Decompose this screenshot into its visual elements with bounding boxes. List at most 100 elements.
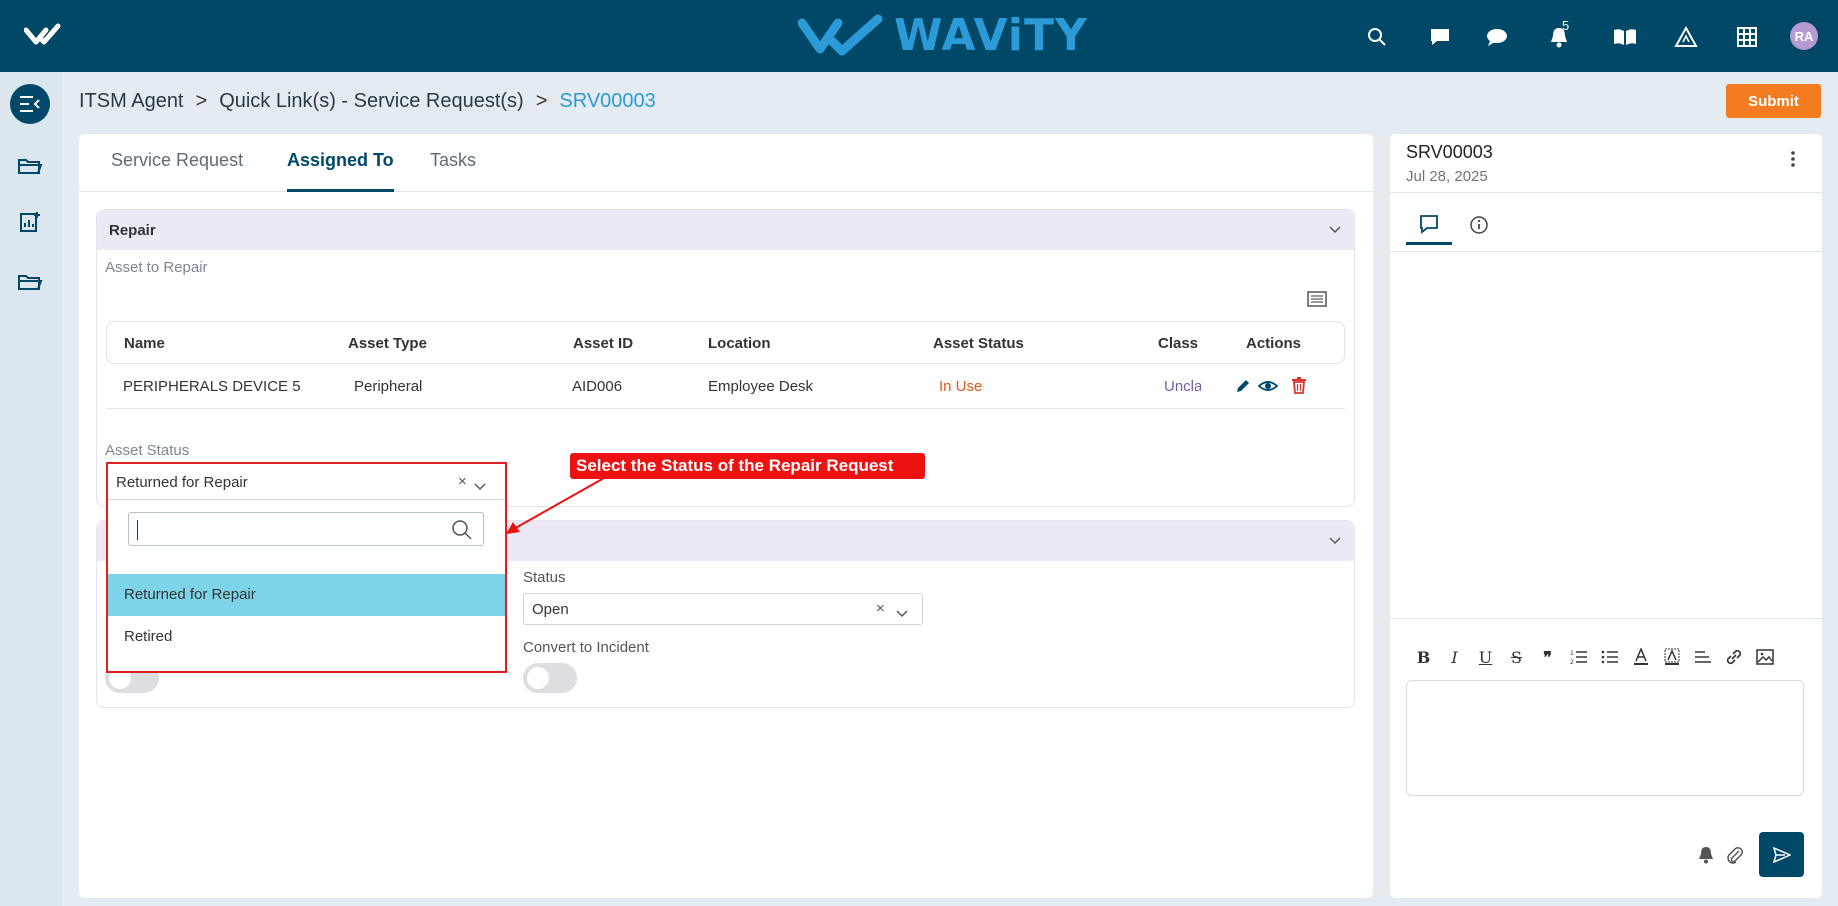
delete-icon[interactable] [1291, 376, 1307, 399]
request-id: SRV00003 [1406, 142, 1493, 162]
bell-icon[interactable] [1698, 846, 1714, 869]
collapse-menu-icon[interactable] [10, 84, 50, 124]
option-returned-for-repair[interactable]: Returned for Repair [108, 574, 505, 616]
comments-tab-icon[interactable] [1406, 205, 1452, 245]
underline-icon[interactable]: U [1470, 644, 1501, 670]
italic-icon[interactable]: I [1439, 644, 1470, 670]
image-icon[interactable] [1749, 644, 1780, 670]
breadcrumb: ITSM Agent > Quick Link(s) - Service Req… [79, 90, 656, 113]
folder-icon[interactable] [10, 146, 50, 186]
column-location: Location [708, 335, 771, 352]
right-panel: SRV00003 Jul 28, 2025 B I U S ❞ 12 [1390, 134, 1822, 898]
option-retired[interactable]: Retired [108, 616, 505, 658]
breadcrumb-current: SRV00003 [559, 90, 656, 112]
folder-open-icon[interactable] [10, 262, 50, 302]
cell-asset-id: AID006 [572, 378, 623, 395]
chat-icon[interactable] [1484, 24, 1510, 50]
annotation-callout: Select the Status of the Repair Request [570, 453, 925, 479]
breadcrumb-separator: > [195, 90, 208, 112]
svg-text:2: 2 [1570, 659, 1574, 665]
message-square-icon[interactable] [1427, 24, 1453, 50]
more-options-icon[interactable] [1790, 150, 1796, 173]
clear-icon[interactable]: × [876, 600, 885, 617]
strikethrough-icon[interactable]: S [1501, 644, 1532, 670]
grid-icon[interactable] [1734, 24, 1760, 50]
brand-name: WAViTY [894, 10, 1088, 61]
cell-class: Uncla [1164, 378, 1201, 395]
tab-assigned-to[interactable]: Assigned To [287, 150, 394, 192]
asset-status-select[interactable]: Returned for Repair × [108, 464, 505, 500]
bell-icon[interactable]: 5 [1546, 18, 1572, 50]
tab-bar: Service Request Assigned To Tasks [79, 134, 1373, 192]
search-icon [451, 519, 473, 546]
editor-toolbar: B I U S ❞ 12 [1408, 644, 1780, 670]
asset-table: Name Asset Type Asset ID Location Asset … [106, 321, 1345, 409]
ordered-list-icon[interactable]: 12 [1563, 644, 1594, 670]
top-bar: WAViTY 5 RA [0, 0, 1838, 72]
asset-to-repair-label: Asset to Repair [105, 259, 208, 276]
column-name: Name [124, 335, 165, 352]
send-icon [1772, 846, 1791, 863]
table-header: Name Asset Type Asset ID Location Asset … [106, 321, 1345, 364]
status-value: Open [532, 601, 569, 618]
asset-status-dropdown: Returned for Repair × Returned for Repai… [106, 462, 507, 673]
view-icon[interactable] [1257, 377, 1279, 400]
attachment-icon[interactable] [1726, 845, 1744, 870]
text-caret [137, 520, 138, 540]
asset-status-value: Returned for Repair [116, 474, 248, 491]
status-label: Status [523, 569, 566, 586]
breadcrumb-quick-links[interactable]: Quick Link(s) - Service Request(s) [219, 90, 524, 113]
right-panel-tabs [1390, 192, 1822, 252]
chevron-down-icon[interactable] [474, 478, 486, 496]
text-color-icon[interactable] [1625, 644, 1656, 670]
highlight-icon[interactable] [1656, 644, 1687, 670]
align-icon[interactable] [1687, 644, 1718, 670]
dropdown-search-input[interactable] [128, 512, 484, 546]
quote-icon[interactable]: ❞ [1532, 644, 1563, 670]
brand-logo: WAViTY [798, 10, 1088, 61]
table-row: PERIPHERALS DEVICE 5 Peripheral AID006 E… [106, 364, 1345, 409]
clear-icon[interactable]: × [458, 473, 467, 490]
notification-count: 5 [1562, 18, 1570, 33]
request-date: Jul 28, 2025 [1406, 168, 1488, 185]
edit-icon[interactable] [1234, 377, 1252, 400]
chevron-down-icon[interactable] [1328, 533, 1342, 551]
home-logo-icon[interactable] [23, 22, 70, 53]
column-asset-type: Asset Type [348, 335, 427, 352]
report-icon[interactable] [10, 202, 50, 242]
tab-service-request[interactable]: Service Request [111, 150, 243, 192]
book-icon[interactable] [1612, 24, 1638, 50]
bullet-list-icon[interactable] [1594, 644, 1625, 670]
column-actions: Actions [1246, 335, 1302, 352]
info-tab-icon[interactable] [1456, 205, 1502, 245]
column-asset-id: Asset ID [573, 335, 634, 352]
annotation-arrow-icon [506, 477, 605, 534]
brand-mark-icon [798, 14, 883, 55]
cell-asset-type: Peripheral [354, 378, 423, 395]
link-icon[interactable] [1718, 644, 1749, 670]
breadcrumb-itsm-agent[interactable]: ITSM Agent [79, 90, 184, 113]
cell-location: Employee Desk [708, 378, 814, 395]
cell-asset-status: In Use [939, 378, 983, 395]
chevron-down-icon[interactable] [1328, 222, 1342, 240]
search-icon[interactable] [1364, 24, 1390, 50]
bold-icon[interactable]: B [1408, 644, 1439, 670]
convert-to-incident-toggle[interactable] [523, 663, 577, 693]
chevron-down-icon[interactable] [896, 605, 908, 623]
cell-name: PERIPHERALS DEVICE 5 [123, 378, 301, 395]
asset-status-label: Asset Status [105, 442, 190, 459]
send-button[interactable] [1759, 832, 1804, 877]
comment-editor[interactable] [1406, 680, 1804, 796]
status-select[interactable]: Open × [523, 593, 923, 625]
column-class: Class [1158, 335, 1199, 352]
repair-section-header[interactable]: Repair [97, 210, 1354, 250]
repair-section-title: Repair [109, 222, 156, 239]
warning-icon[interactable] [1673, 24, 1699, 50]
breadcrumb-separator: > [535, 90, 548, 112]
submit-button[interactable]: Submit [1726, 84, 1821, 118]
svg-text:1: 1 [1570, 650, 1574, 657]
avatar[interactable]: RA [1790, 22, 1818, 50]
tab-tasks[interactable]: Tasks [430, 150, 476, 192]
column-settings-icon[interactable] [1307, 291, 1327, 312]
column-asset-status: Asset Status [933, 335, 1024, 352]
